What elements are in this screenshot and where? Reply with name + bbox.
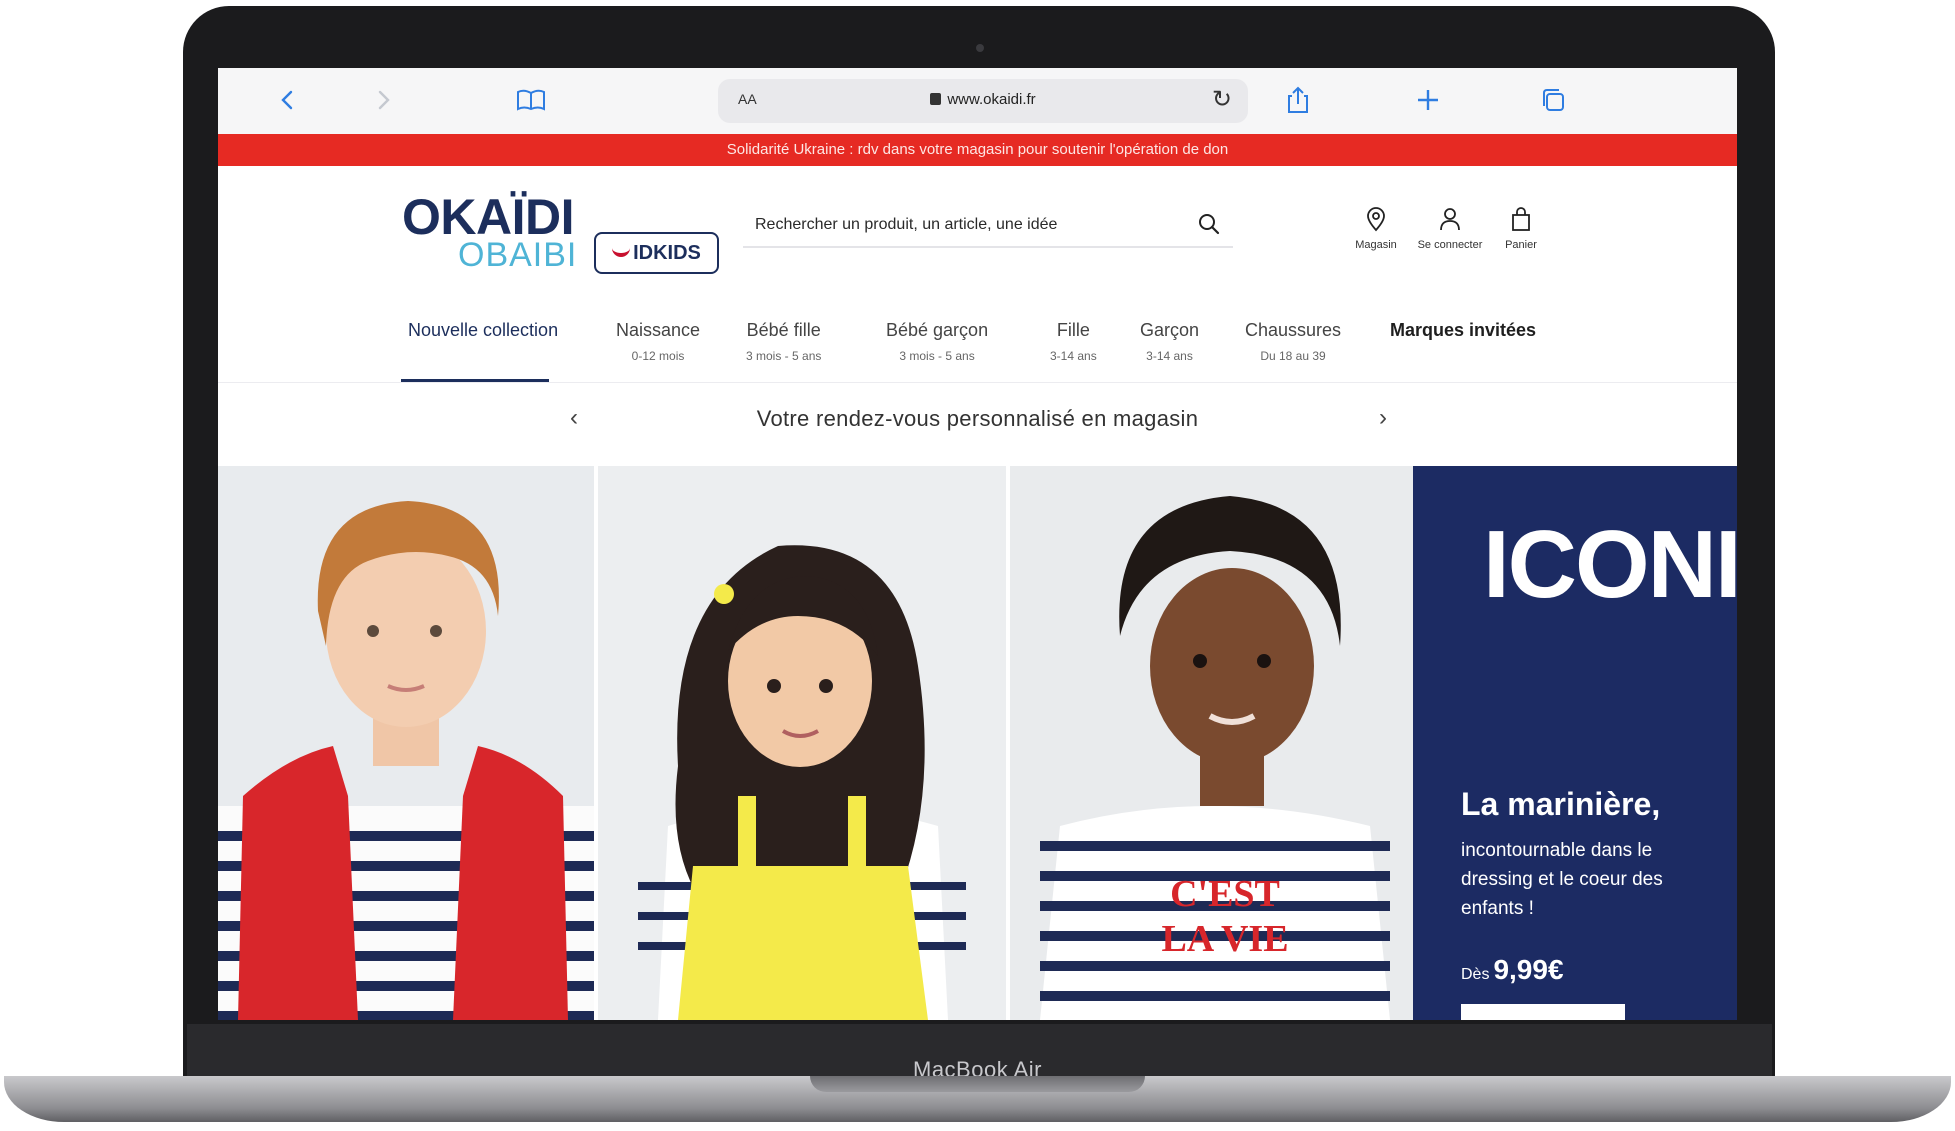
price-value: 9,99€ — [1493, 954, 1564, 985]
nav-sublabel: 3 mois - 5 ans — [746, 349, 822, 363]
iconik-promo-panel[interactable]: ICONIK La marinière, incontournable dans… — [1413, 466, 1737, 1020]
nav-sublabel: 3 mois - 5 ans — [899, 349, 975, 363]
forward-icon[interactable] — [363, 82, 403, 118]
promo-banner[interactable]: Solidarité Ukraine : rdv dans votre maga… — [218, 134, 1737, 166]
cart-button[interactable]: Panier — [1481, 206, 1561, 251]
browser-toolbar: AA www.okaidi.fr ↻ — [218, 68, 1737, 134]
promo-title: La marinière, — [1461, 786, 1661, 822]
hero-image-boy[interactable] — [218, 466, 594, 1020]
laptop-frame: MacBook Air AA www.okaidi.fr ↻ Solidarit… — [0, 0, 1955, 1131]
search-input[interactable]: Rechercher un produit, un article, une i… — [755, 216, 1057, 234]
cart-label: Panier — [1505, 239, 1537, 251]
nav-item-naissance[interactable]: Naissance 0-12 mois — [616, 320, 700, 363]
nav-item-chaussures[interactable]: Chaussures Du 18 au 39 — [1245, 320, 1341, 363]
lock-icon — [930, 93, 942, 105]
nav-sublabel: 3-14 ans — [1050, 349, 1097, 363]
store-locator-label: Magasin — [1355, 239, 1397, 251]
bag-icon — [1512, 207, 1530, 231]
carousel-prev-icon[interactable]: ‹ — [562, 404, 586, 432]
nav-label: Bébé garçon — [886, 320, 989, 340]
reload-icon[interactable]: ↻ — [1212, 85, 1232, 114]
nav-label: Marques invitées — [1390, 320, 1537, 340]
hero-image-girl-striped[interactable]: C'EST LA VIE — [1010, 466, 1413, 1020]
store-locator-button[interactable]: Magasin — [1336, 206, 1416, 251]
promo-cta-button[interactable] — [1461, 1004, 1625, 1020]
carousel-next-icon[interactable]: › — [1371, 404, 1395, 432]
nav-label: Garçon — [1140, 320, 1200, 340]
nav-item-fille[interactable]: Fille 3-14 ans — [1050, 320, 1097, 363]
screen: AA www.okaidi.fr ↻ Solidarité Ukraine : … — [218, 68, 1737, 1020]
search-bar[interactable]: Rechercher un produit, un article, une i… — [743, 204, 1233, 248]
nav-divider — [218, 382, 1737, 383]
logo-obaibi[interactable]: OBAIBI — [458, 238, 577, 272]
idkids-label: IDKIDS — [633, 242, 701, 264]
bookmarks-icon[interactable] — [511, 82, 551, 118]
iconik-wordmark: ICONIK — [1483, 511, 1737, 618]
nav-label: Fille — [1056, 320, 1090, 340]
nav-item-garcon[interactable]: Garçon 3-14 ans — [1140, 320, 1199, 363]
logo-okaidi[interactable]: OKAÏDI — [402, 192, 575, 242]
search-icon[interactable] — [1197, 212, 1221, 236]
location-pin-icon — [1367, 207, 1385, 232]
carousel-message[interactable]: Votre rendez-vous personnalisé en magasi… — [218, 406, 1737, 432]
logo-idkids[interactable]: IDKIDS — [594, 232, 719, 274]
shirt-print-line1: C'EST — [1170, 873, 1280, 915]
laptop-notch — [810, 1076, 1145, 1092]
user-icon — [1440, 208, 1460, 231]
nav-label: Nouvelle collection — [408, 320, 559, 340]
login-label: Se connecter — [1417, 239, 1483, 251]
nav-item-bebe-garcon[interactable]: Bébé garçon 3 mois - 5 ans — [886, 320, 988, 363]
url-text: www.okaidi.fr — [947, 91, 1036, 108]
address-bar[interactable]: AA www.okaidi.fr ↻ — [718, 79, 1248, 123]
idkids-smile-icon — [612, 245, 631, 257]
nav-item-bebe-fille[interactable]: Bébé fille 3 mois - 5 ans — [746, 320, 821, 363]
nav-sublabel: Du 18 au 39 — [1260, 349, 1326, 363]
webcam — [976, 44, 984, 52]
hero-image-girl-overalls[interactable] — [598, 466, 1006, 1020]
nav-label: Naissance — [616, 320, 701, 340]
nav-sublabel: 0-12 mois — [631, 349, 685, 363]
promo-description: incontournable dans le dressing et le co… — [1461, 840, 1663, 919]
shirt-print-line2: LA VIE — [1161, 918, 1288, 960]
tabs-icon[interactable] — [1533, 82, 1573, 118]
promo-price: Dès 9,99€ — [1461, 954, 1564, 986]
nav-label: Bébé fille — [746, 320, 821, 340]
nav-item-nouvelle-collection[interactable]: Nouvelle collection — [408, 320, 558, 341]
back-icon[interactable] — [268, 82, 308, 118]
price-prefix: Dès — [1461, 966, 1490, 983]
nav-sublabel: 3-14 ans — [1146, 349, 1193, 363]
nav-label: Chaussures — [1245, 320, 1342, 340]
url-display: www.okaidi.fr — [718, 91, 1248, 108]
new-tab-icon[interactable] — [1408, 82, 1448, 118]
share-icon[interactable] — [1278, 82, 1318, 118]
nav-item-marques-invitees[interactable]: Marques invitées — [1390, 320, 1536, 341]
login-button[interactable]: Se connecter — [1410, 206, 1490, 251]
